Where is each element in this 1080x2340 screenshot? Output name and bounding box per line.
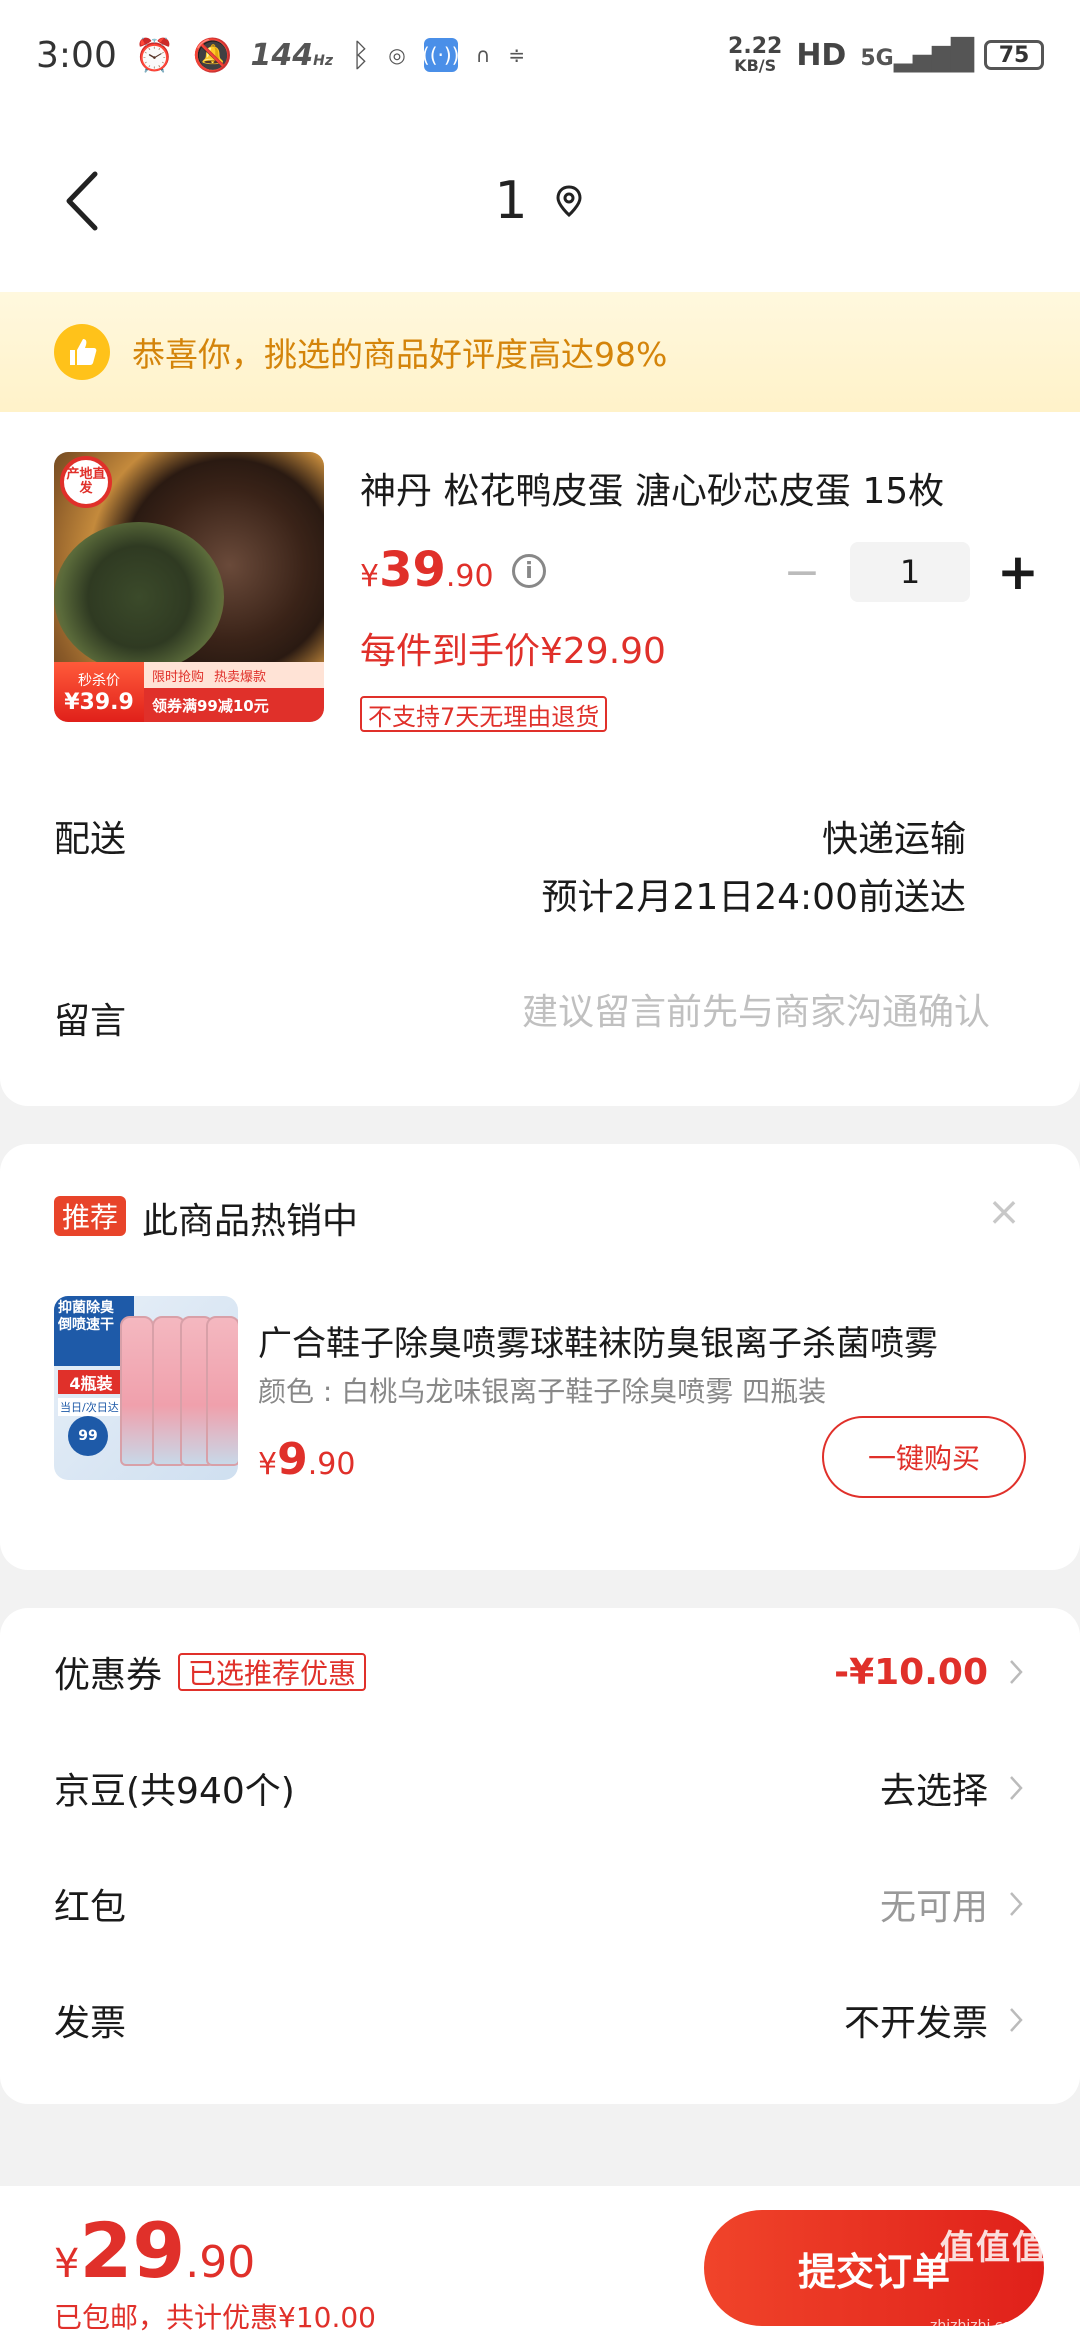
delivery-label: 配送 bbox=[54, 819, 127, 860]
page-title: 1 bbox=[494, 171, 528, 231]
signal-icon: 5G▂▄▆█ bbox=[860, 37, 974, 73]
invoice-label: 发票 bbox=[54, 2003, 127, 2044]
quantity-input[interactable]: 1 bbox=[850, 542, 970, 602]
no-return-tag: 不支持7天无理由退货 bbox=[360, 696, 608, 732]
flash-price-block: 秒杀价 ¥39.9 bbox=[54, 662, 144, 722]
price-integer: 39 bbox=[379, 542, 446, 598]
price-integer: 29 bbox=[79, 2206, 186, 2295]
image-pack-badge: 4瓶装 bbox=[58, 1370, 124, 1394]
alarm-icon: ⏰ bbox=[134, 36, 175, 74]
decrease-button[interactable]: − bbox=[780, 542, 824, 602]
app-notification-icon: ∩ bbox=[475, 43, 491, 67]
close-icon[interactable]: × bbox=[982, 1189, 1026, 1235]
price-symbol: ¥ bbox=[54, 2241, 80, 2287]
unit-price: 每件到手价¥29.90 bbox=[360, 631, 666, 672]
hd-indicator: HD bbox=[796, 37, 847, 73]
status-bar: 3:00 ⏰ 🔕 144Hz ᛒ ◎ ((·)) ∩ ≑ 2.22 KB/S H… bbox=[0, 0, 1080, 110]
increase-button[interactable]: + bbox=[996, 542, 1040, 602]
app-notification-icon-2: ≑ bbox=[508, 43, 526, 67]
location-pin-icon bbox=[556, 185, 582, 218]
refresh-rate: 144Hz bbox=[250, 37, 334, 73]
bottle-shape bbox=[120, 1316, 154, 1466]
note-input[interactable] bbox=[430, 984, 990, 1040]
notification-icon: ◎ bbox=[388, 43, 406, 67]
jd-beans-label: 京豆(共940个) bbox=[54, 1771, 295, 1812]
jd-beans-value: 去选择 bbox=[879, 1771, 988, 1812]
info-icon[interactable]: i bbox=[512, 554, 546, 588]
recommend-title: 此商品热销中 bbox=[142, 1201, 359, 1242]
delivery-eta: 预计2月21日24:00前送达 bbox=[541, 877, 966, 918]
recommend-product-spec: 颜色 : 白桃乌龙味银离子鞋子除臭喷雾 四瓶装 bbox=[258, 1375, 827, 1408]
price-decimal: .90 bbox=[307, 1447, 356, 1482]
quantity-stepper: − 1 + bbox=[780, 542, 1040, 602]
red-packet-label: 红包 bbox=[54, 1887, 127, 1928]
recommend-tag: 推荐 bbox=[54, 1196, 127, 1236]
product-price: ¥ 39 .90 bbox=[360, 542, 494, 598]
chevron-right-icon bbox=[1006, 1657, 1026, 1687]
jd-beans-row[interactable]: 京豆(共940个) 去选择 bbox=[0, 1748, 1080, 1828]
flash-sale-tag: 秒杀价 ¥39.9 限时抢购 热卖爆款 领券满99减10元 bbox=[54, 662, 324, 722]
net-speed: 2.22 KB/S bbox=[728, 34, 783, 75]
nav-bar: 1 bbox=[0, 110, 1080, 292]
bluetooth-icon: ᛒ bbox=[351, 36, 371, 74]
chevron-right-icon bbox=[1006, 1889, 1026, 1919]
flash-label: 秒杀价 bbox=[78, 672, 120, 689]
total-price: ¥ 29 .90 bbox=[54, 2206, 255, 2295]
chevron-right-icon bbox=[1006, 1773, 1026, 1803]
delivery-method[interactable]: 快递运输 bbox=[822, 810, 966, 862]
flash-promo-block: 限时抢购 热卖爆款 领券满99减10元 bbox=[144, 662, 324, 722]
product-image[interactable]: 产地直发 秒杀价 ¥39.9 限时抢购 热卖爆款 领券满99减10元 bbox=[54, 452, 324, 722]
recommendation-card: 推荐 此商品热销中 × 抑菌除臭 倒喷速干 4瓶装 当日/次日达 99 广合鞋子… bbox=[0, 1144, 1080, 1570]
address-selector[interactable]: 1 bbox=[494, 171, 585, 231]
price-integer: 9 bbox=[277, 1434, 308, 1485]
coupon-label: 领券满99减10元 bbox=[144, 688, 324, 722]
watermark-logo: 值值值 bbox=[940, 2228, 1048, 2268]
invoice-value: 不开发票 bbox=[843, 2003, 988, 2044]
bottle-shape bbox=[206, 1316, 238, 1466]
status-time: 3:00 bbox=[36, 34, 117, 76]
status-left: 3:00 ⏰ 🔕 144Hz ᛒ ◎ ((·)) ∩ ≑ bbox=[36, 35, 525, 76]
image-delivery-label: 当日/次日达 bbox=[58, 1398, 121, 1416]
benefits-card: 优惠券 已选推荐优惠 -¥10.00 京豆(共940个) 去选择 红包 无可用 … bbox=[0, 1608, 1080, 2104]
chevron-left-icon bbox=[66, 171, 98, 231]
buy-now-button[interactable]: 一键购买 bbox=[822, 1416, 1026, 1498]
promo-label-2: 热卖爆款 bbox=[214, 669, 267, 685]
battery-icon: 75 bbox=[984, 40, 1044, 70]
invoice-row[interactable]: 发票 不开发票 bbox=[0, 1980, 1080, 2060]
status-right: 2.22 KB/S HD 5G▂▄▆█ 75 bbox=[728, 36, 1044, 74]
recommend-product-price: ¥ 9 .90 bbox=[258, 1434, 355, 1485]
coupon-value: -¥10.00 bbox=[834, 1651, 988, 1693]
egg-image-part bbox=[54, 522, 224, 672]
red-packet-row[interactable]: 红包 无可用 bbox=[0, 1864, 1080, 1944]
note-label: 留言 bbox=[54, 1001, 127, 1042]
flash-price: ¥39.9 bbox=[64, 689, 134, 715]
recommend-product-name[interactable]: 广合鞋子除臭喷雾球鞋袜防臭银离子杀菌喷雾 bbox=[258, 1316, 1028, 1365]
total-note: 已包邮，共计优惠¥10.00 bbox=[54, 2301, 376, 2334]
chevron-right-icon bbox=[1006, 2005, 1026, 2035]
red-packet-value: 无可用 bbox=[879, 1887, 988, 1928]
watermark-url: zhizhizhi.com bbox=[930, 2318, 1025, 2334]
praise-text: 恭喜你，挑选的商品好评度高达98% bbox=[132, 335, 668, 374]
praise-banner: 恭喜你，挑选的商品好评度高达98% bbox=[0, 292, 1080, 412]
origin-badge: 产地直发 bbox=[60, 456, 112, 508]
image-price-badge: 99 bbox=[68, 1416, 108, 1456]
mute-icon: 🔕 bbox=[192, 36, 233, 74]
price-decimal: .90 bbox=[185, 2237, 256, 2288]
checkout-bar: ¥ 29 .90 已包邮，共计优惠¥10.00 提交订单 bbox=[0, 2186, 1080, 2340]
coupon-tag: 已选推荐优惠 bbox=[178, 1653, 367, 1691]
hotspot-icon: ((·)) bbox=[422, 38, 459, 72]
product-card: 产地直发 秒杀价 ¥39.9 限时抢购 热卖爆款 领券满99减10元 神丹 松花… bbox=[0, 412, 1080, 1106]
price-decimal: .90 bbox=[445, 559, 494, 594]
back-button[interactable] bbox=[52, 156, 112, 246]
promo-label-1: 限时抢购 bbox=[152, 669, 205, 685]
thumbs-up-icon bbox=[54, 324, 110, 380]
price-symbol: ¥ bbox=[360, 559, 380, 594]
coupon-row[interactable]: 优惠券 已选推荐优惠 -¥10.00 bbox=[0, 1632, 1080, 1712]
recommend-product-image[interactable]: 抑菌除臭 倒喷速干 4瓶装 当日/次日达 99 bbox=[54, 1296, 238, 1480]
coupon-label: 优惠券 bbox=[54, 1655, 163, 1696]
flash-promo-row: 限时抢购 热卖爆款 bbox=[144, 662, 324, 688]
price-symbol: ¥ bbox=[258, 1447, 278, 1482]
product-title[interactable]: 神丹 松花鸭皮蛋 溏心砂芯皮蛋 15枚 bbox=[360, 462, 944, 514]
